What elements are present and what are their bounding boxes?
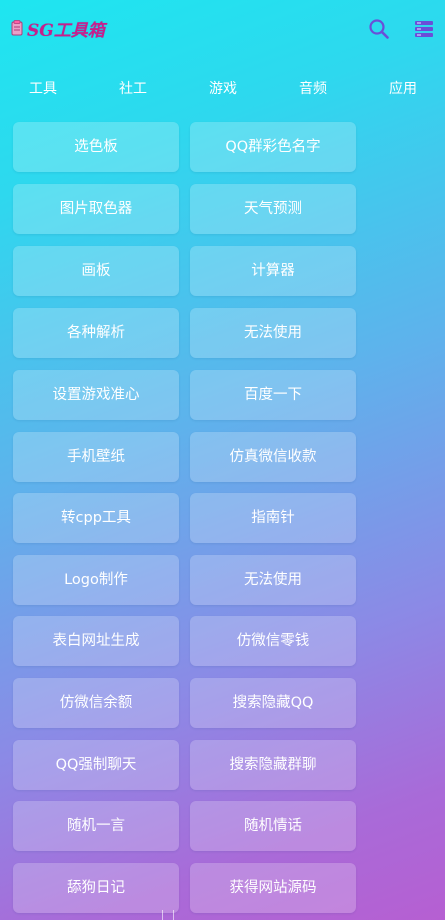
tool-button[interactable]: 各种解析: [13, 308, 179, 358]
tool-button[interactable]: Logo制作: [13, 555, 179, 605]
tool-button[interactable]: 搜索隐藏群聊: [190, 740, 356, 790]
tool-button[interactable]: 无法使用: [190, 555, 356, 605]
tool-button[interactable]: 选色板: [13, 122, 179, 172]
scroll-indicator: [162, 910, 174, 920]
tool-button[interactable]: 手机壁纸: [13, 432, 179, 482]
tool-button[interactable]: 随机情话: [190, 801, 356, 851]
tool-button[interactable]: 舔狗日记: [13, 863, 179, 913]
tool-button[interactable]: 百度一下: [190, 370, 356, 420]
tool-button[interactable]: QQ强制聊天: [13, 740, 179, 790]
tool-button[interactable]: 计算器: [190, 246, 356, 296]
tool-button[interactable]: 获得网站源码: [190, 863, 356, 913]
tool-button[interactable]: 天气预测: [190, 184, 356, 234]
tool-button[interactable]: 转cpp工具: [13, 493, 179, 543]
tool-button[interactable]: 仿真微信收款: [190, 432, 356, 482]
tool-button[interactable]: 图片取色器: [13, 184, 179, 234]
tool-button[interactable]: QQ群彩色名字: [190, 122, 356, 172]
tool-button[interactable]: 随机一言: [13, 801, 179, 851]
tool-button[interactable]: 表白网址生成: [13, 616, 179, 666]
tool-button[interactable]: 搜索隐藏QQ: [190, 678, 356, 728]
tool-button[interactable]: 画板: [13, 246, 179, 296]
tool-button[interactable]: 仿微信余额: [13, 678, 179, 728]
tool-button[interactable]: 仿微信零钱: [190, 616, 356, 666]
tool-button[interactable]: 指南针: [190, 493, 356, 543]
tool-button[interactable]: 设置游戏准心: [13, 370, 179, 420]
tool-grid: 选色板 QQ群彩色名字 图片取色器 天气预测 画板 计算器 各种解析 无法使用 …: [0, 0, 445, 920]
tool-button[interactable]: 无法使用: [190, 308, 356, 358]
